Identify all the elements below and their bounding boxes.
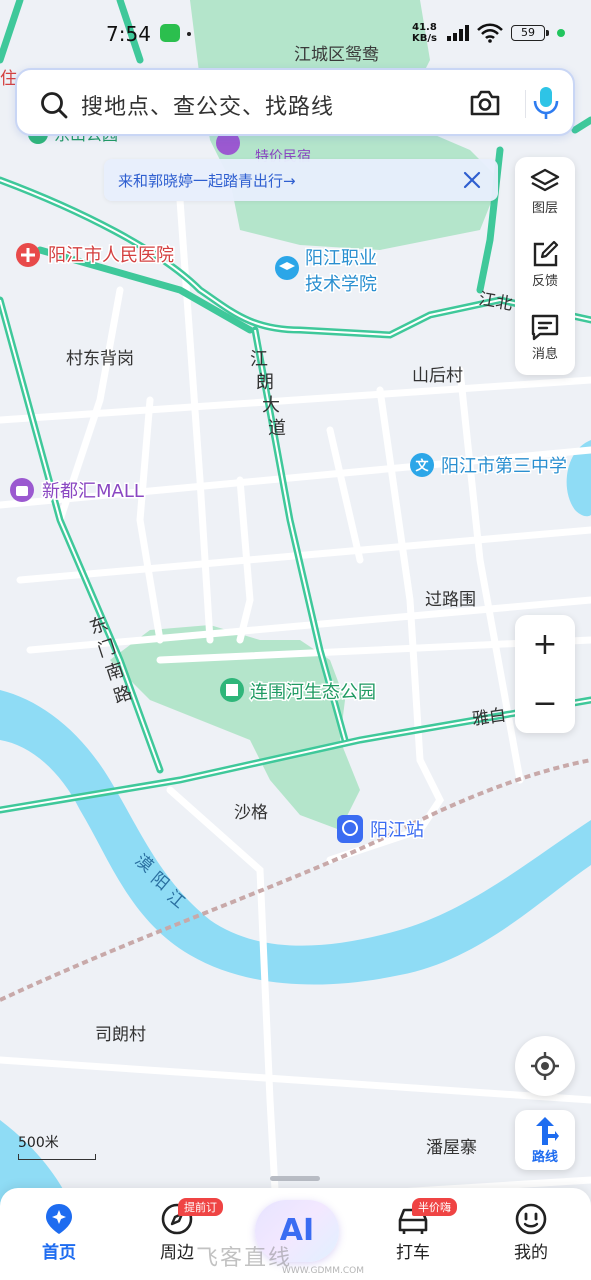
label-college-1[interactable]: 阳江职业 [304,247,379,271]
search-bar[interactable]: 搜地点、查公交、找路线 [15,68,575,136]
label-school3[interactable]: 阳江市第三中学 [440,455,569,479]
tab-profile-label: 我的 [514,1243,548,1263]
feedback-label: 反馈 [531,274,558,289]
school-marker[interactable]: 文 [410,453,434,477]
search-divider [525,90,526,118]
layers-label: 图层 [531,201,558,216]
watermark-url: WWW.GDMM.COM [282,1266,364,1276]
svg-text:文: 文 [415,458,429,474]
label-cundong: 村东背岗 [66,349,134,369]
map-scale: 500米 [18,1132,96,1160]
messages-label: 消息 [531,347,558,362]
tab-home-label: 首页 [42,1243,76,1263]
label-silang: 司朗村 [95,1025,146,1045]
network-speed-unit: KB/s [412,33,437,44]
label-panwu: 潘屋寨 [426,1138,477,1158]
watermark: 飞客直线 [196,1246,293,1271]
tab-profile[interactable]: 我的 [486,1188,576,1280]
drawer-handle[interactable] [270,1176,320,1181]
scale-bar [18,1154,96,1160]
svg-text:道: 道 [268,418,286,439]
zoom-in-button[interactable]: + [515,615,575,674]
network-speed: 41.8 KB/s [412,22,437,44]
message-icon [531,314,559,341]
tab-taxi-label: 打车 [396,1243,430,1263]
layers-icon [530,168,560,192]
wechat-notification-icon [160,24,180,42]
station-marker[interactable] [337,815,363,843]
scale-label: 500米 [18,1135,59,1151]
map-tools-panel: 图层 反馈 消息 [515,157,575,375]
mall-marker[interactable] [10,478,34,502]
label-hospital[interactable]: 阳江市人民医院 [47,244,176,268]
taxi-badge: 半价嗨 [412,1198,457,1216]
privacy-indicator-icon [557,29,565,37]
messages-button[interactable]: 消息 [515,303,575,375]
status-bar: 7:54 41.8 KB/s 59 [0,0,591,60]
route-arrow-icon [536,1117,559,1145]
locate-button[interactable] [515,1036,575,1096]
svg-text:江: 江 [250,349,268,370]
profile-icon [515,1203,547,1235]
label-shanhou: 山后村 [412,366,463,386]
label-park[interactable]: 连围河生态公园 [249,681,378,705]
park-marker[interactable] [220,678,244,702]
nearby-badge: 提前订 [178,1198,223,1216]
crosshair-icon [531,1052,559,1080]
status-time: 7:54 [106,22,151,46]
svg-text:大: 大 [262,395,280,416]
battery-icon: 59 [511,25,549,41]
route-button[interactable]: 路线 [515,1110,575,1170]
zoom-out-button[interactable]: − [515,674,575,733]
tab-taxi[interactable]: 打车 半价嗨 [368,1188,458,1280]
label-college-2[interactable]: 技术学院 [304,273,379,297]
hospital-marker[interactable] [16,243,40,267]
network-speed-value: 41.8 [412,22,437,33]
label-guolu: 过路围 [425,590,476,610]
feedback-button[interactable]: 反馈 [515,230,575,302]
camera-icon[interactable] [469,88,501,118]
promo-banner-text[interactable]: 来和郭晓婷一起踏青出行→ [118,170,296,191]
search-input[interactable]: 搜地点、查公交、找路线 [81,89,334,121]
notification-dot-icon [187,32,191,36]
promo-banner[interactable]: 来和郭晓婷一起踏青出行→ [104,159,498,201]
microphone-icon[interactable] [531,84,561,122]
wifi-icon [477,23,503,43]
label-mall[interactable]: 新都汇MALL [41,480,146,504]
tab-nearby-label: 周边 [160,1243,194,1263]
label-shage: 沙格 [234,803,268,823]
label-station[interactable]: 阳江站 [369,819,426,843]
route-label: 路线 [531,1150,558,1165]
search-icon [41,92,68,119]
zoom-controls: + − [515,615,575,733]
feedback-edit-icon [533,240,559,267]
college-marker[interactable] [275,256,299,280]
close-icon[interactable] [462,170,482,190]
layers-button[interactable]: 图层 [515,157,575,229]
tab-home[interactable]: 首页 [14,1188,104,1280]
home-pin-icon [46,1204,72,1234]
cell-signal-icon [447,25,469,41]
svg-text:朗: 朗 [256,372,274,393]
